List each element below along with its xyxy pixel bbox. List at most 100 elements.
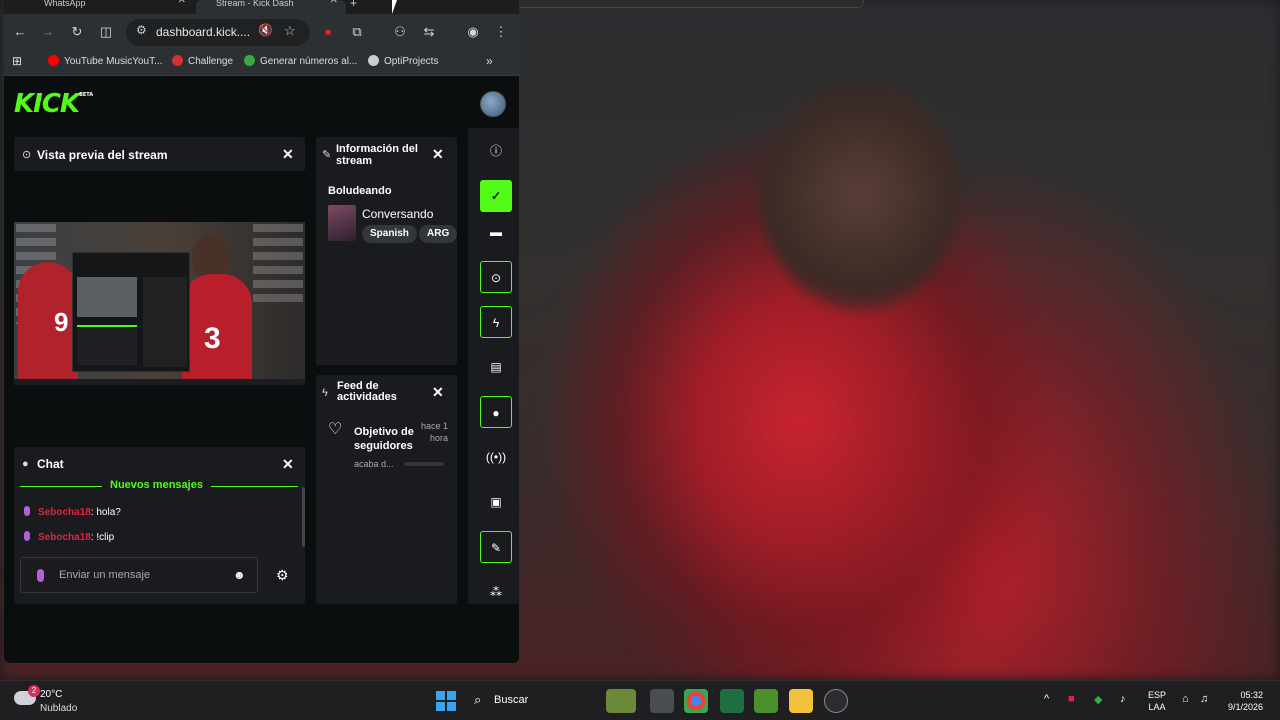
tab-whatsapp[interactable]: WhatsApp ✕: [4, 0, 194, 14]
category-name[interactable]: Conversando: [362, 207, 433, 221]
lightning-toggle-icon[interactable]: ϟ: [480, 306, 512, 338]
preview-icon: ⊙: [22, 149, 32, 161]
chat-scrollbar[interactable]: [302, 487, 305, 547]
close-panel-icon[interactable]: ✕: [432, 146, 444, 163]
bookmark-generar-numeros[interactable]: Generar números al...: [244, 55, 357, 67]
obs-icon[interactable]: [824, 689, 848, 713]
forward-arrow-icon[interactable]: →: [38, 22, 58, 42]
chevron-up-icon[interactable]: ^: [1044, 693, 1049, 705]
more-bookmarks-icon[interactable]: »: [486, 54, 493, 68]
bookmarks-bar: ⊞ YouTube MusicYouT... Challenge Generar…: [4, 50, 519, 76]
clock-time: 05:32: [1240, 690, 1264, 700]
notification-badge: 2: [28, 685, 40, 697]
apps-grid-icon[interactable]: ⊞: [12, 54, 22, 68]
wrench-toggle-icon[interactable]: ✎: [480, 531, 512, 563]
red-tray-icon[interactable]: ■: [1068, 693, 1075, 705]
wrench-icon: ✎: [322, 149, 332, 161]
panel-title: Vista previa del stream: [37, 148, 168, 162]
system-clock[interactable]: 05:32 9/1/2026: [1228, 689, 1263, 713]
chat-toggle-icon[interactable]: ●: [480, 396, 512, 428]
windows-taskbar: 2 20°C Nublado ⌕ Buscar ^ ■ ◆ ♪ ESP LAA …: [0, 680, 1280, 720]
bookmark-challenge[interactable]: Challenge: [172, 55, 233, 67]
broadcast-icon[interactable]: ((•)): [480, 441, 512, 473]
chat-username[interactable]: Sebocha18: [38, 532, 91, 543]
stream-title: Boludeando: [328, 185, 392, 197]
chat-username[interactable]: Sebocha18: [38, 507, 91, 518]
desktop-icons: [253, 224, 303, 304]
close-tab-icon[interactable]: ✕: [330, 0, 338, 6]
mic-badge-icon: [24, 506, 30, 516]
bookmark-label: Challenge: [188, 56, 234, 67]
task-view-icon[interactable]: [650, 689, 674, 713]
network-icon[interactable]: ⌂: [1182, 693, 1189, 705]
nested-browser-window: [72, 252, 190, 372]
layout-icon[interactable]: ▣: [480, 486, 512, 518]
search-highlight-image: [606, 689, 636, 713]
chat-message-input[interactable]: [59, 566, 219, 584]
chrome-icon[interactable]: [684, 689, 708, 713]
weather-temperature: 20°C: [40, 689, 63, 700]
bookmark-youtube-music[interactable]: YouTube MusicYouT...: [48, 55, 162, 67]
bookmark-optiprojects[interactable]: OptiProjects: [368, 55, 438, 67]
chat-message: Sebocha18: hola?: [24, 506, 121, 518]
document-icon[interactable]: ▤: [480, 351, 512, 383]
beta-badge: BETA: [79, 92, 94, 98]
back-arrow-icon[interactable]: ←: [10, 22, 30, 42]
chat-input-box[interactable]: ☻: [20, 557, 258, 593]
emoji-icon[interactable]: ☻: [233, 568, 246, 582]
taskbar-search[interactable]: ⌕ Buscar: [470, 689, 636, 713]
chat-panel: ● Chat ✕ Nuevos mensajes Sebocha18: hola…: [14, 447, 305, 604]
tag-arg[interactable]: ARG: [419, 225, 458, 243]
panel-title: Información del stream: [336, 143, 418, 167]
checkmark-icon[interactable]: ✓: [480, 180, 512, 212]
profile-icon[interactable]: ◉: [463, 22, 483, 42]
dashboard-action-bar: ⓘ ✓ ▬ ⊙ ϟ ▤ ● ((•)) ▣ ✎ ⁂: [468, 128, 519, 604]
chat-settings-gear-icon[interactable]: ⚙: [276, 567, 289, 584]
user-avatar[interactable]: [480, 91, 506, 117]
file-explorer-icon[interactable]: [789, 689, 813, 713]
stream-info-panel: ✎ Información del stream ✕ Boludeando Co…: [316, 137, 458, 365]
shield-icon[interactable]: ◆: [1094, 693, 1102, 706]
stream-preview-video[interactable]: 9 3: [14, 222, 305, 385]
close-tab-icon[interactable]: ✕: [178, 0, 186, 6]
close-panel-icon[interactable]: ✕: [282, 146, 294, 163]
close-panel-icon[interactable]: ✕: [432, 384, 444, 401]
rectangle-icon[interactable]: ▬: [480, 216, 512, 248]
translate-icon[interactable]: ⇆: [419, 22, 439, 42]
new-tab-icon[interactable]: +: [350, 0, 357, 10]
windows-start-icon[interactable]: [436, 691, 456, 711]
browser-menu-icon[interactable]: ⋮: [491, 22, 511, 42]
panel-title: Feed de actividades: [337, 380, 397, 403]
tag-spanish[interactable]: Spanish: [362, 225, 417, 243]
volume-icon[interactable]: ♫: [1200, 693, 1208, 705]
microphone-icon[interactable]: ♪: [1120, 693, 1126, 705]
info-icon[interactable]: ⓘ: [480, 135, 512, 167]
extension-record-icon[interactable]: ●: [318, 22, 338, 42]
reload-icon[interactable]: ↻: [67, 22, 87, 42]
incognito-icon[interactable]: ⚇: [390, 22, 410, 42]
chat-text: : !clip: [90, 532, 115, 543]
bookmark-star-icon[interactable]: ☆: [284, 23, 296, 39]
chat-text: : hola?: [90, 507, 121, 518]
extensions-puzzle-icon[interactable]: ⧉: [347, 22, 367, 42]
tab-kick-dashboard[interactable]: Stream - Kick Dash ✕: [196, 0, 346, 14]
excel-icon[interactable]: [720, 689, 744, 713]
site-info-icon[interactable]: ⚙: [136, 23, 147, 37]
chat-bubble-icon: ●: [22, 458, 29, 470]
address-bar[interactable]: ⚙ dashboard.kick.... 🔇 ☆: [126, 19, 310, 46]
category-thumbnail[interactable]: [328, 205, 356, 241]
preview-toggle-icon[interactable]: ⊙: [480, 261, 512, 293]
mouse-cursor-icon: [392, 0, 402, 14]
heart-icon: ♡: [328, 421, 343, 438]
search-icon: ⌕: [474, 692, 482, 707]
keyboard-layout: LAA: [1148, 702, 1166, 712]
tab-label: Stream - Kick Dash: [216, 0, 294, 8]
minecraft-icon[interactable]: [754, 689, 778, 713]
activity-feed-panel: ϟ Feed de actividades ✕ ♡ Objetivo de se…: [316, 375, 457, 604]
language-indicator[interactable]: ESP LAA: [1148, 689, 1166, 713]
split-view-icon[interactable]: ◫: [96, 22, 116, 42]
close-panel-icon[interactable]: ✕: [282, 456, 294, 473]
muted-audio-icon[interactable]: 🔇: [258, 23, 273, 37]
kick-logo[interactable]: KICKBETA: [14, 89, 93, 119]
weather-widget[interactable]: 2 20°C Nublado: [14, 685, 94, 715]
